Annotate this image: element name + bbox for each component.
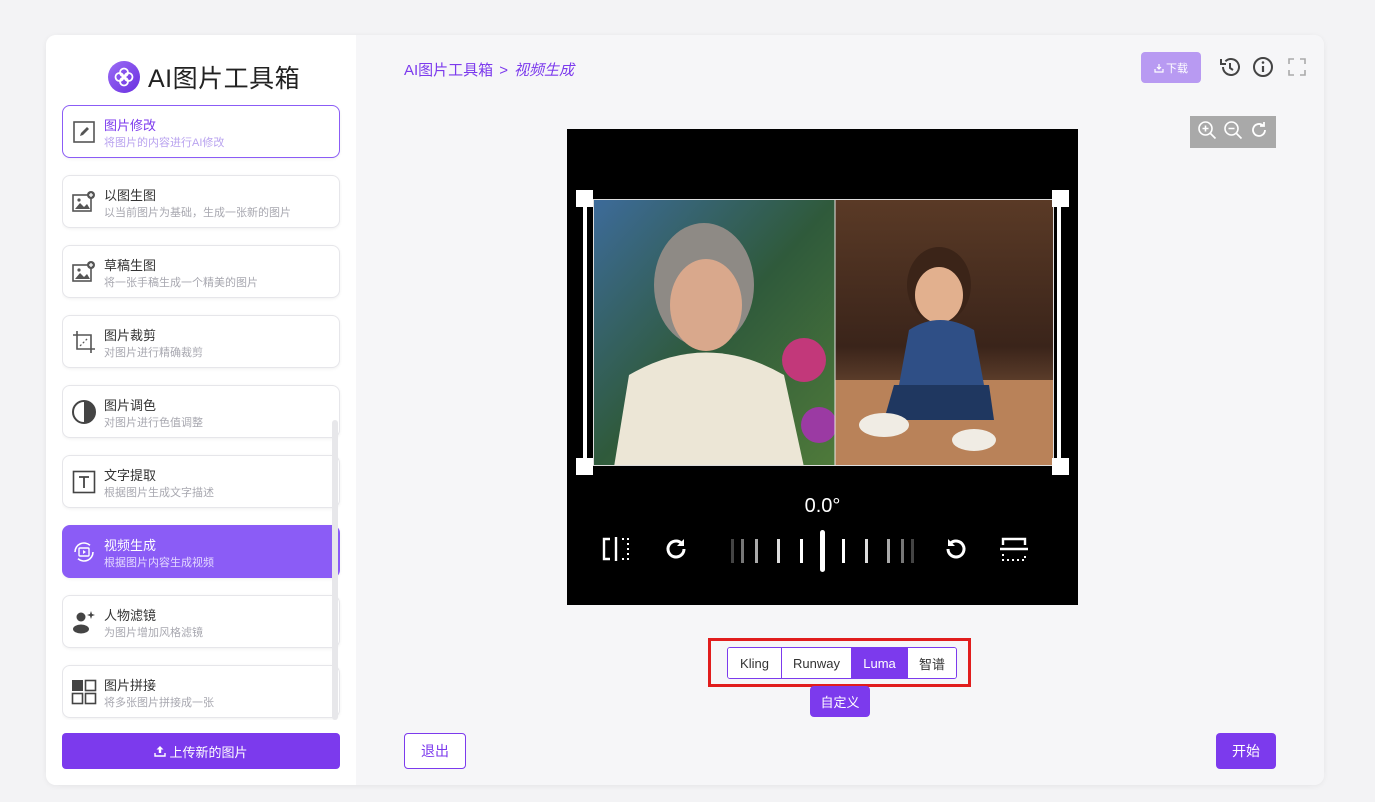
menu-item-title: 图片调色	[104, 398, 157, 413]
exit-button[interactable]: 退出	[404, 733, 466, 769]
menu-item-image-edit[interactable]: 图片修改 将图片的内容进行AI修改	[62, 105, 340, 158]
menu-item-title: 图片修改	[104, 118, 157, 133]
zoom-in-icon[interactable]	[1197, 120, 1217, 145]
photo-collage	[594, 200, 1053, 465]
menu-item-image-crop[interactable]: 图片裁剪 对图片进行精确裁剪	[62, 315, 340, 368]
model-selector-highlight: Kling Runway Luma 智谱	[708, 638, 971, 687]
reset-zoom-icon[interactable]	[1249, 120, 1269, 145]
menu-item-title: 文字提取	[104, 468, 157, 483]
breadcrumb-current: 视频生成	[513, 62, 574, 79]
menu-item-desc: 将多张图片拼接成一张	[104, 697, 214, 709]
flip-vertical-icon[interactable]	[999, 535, 1029, 568]
model-selector: Kling Runway Luma 智谱	[727, 647, 957, 679]
menu-item-image-to-image[interactable]: 以图生图 以当前图片为基础，生成一张新的图片	[62, 175, 340, 228]
menu-scrollbar[interactable]	[332, 420, 338, 720]
menu-item-desc: 根据图片内容生成视频	[104, 557, 214, 569]
breadcrumb-separator: >	[499, 62, 508, 79]
breadcrumb: AI图片工具箱 > 视频生成	[404, 59, 574, 80]
upload-label: 上传新的图片	[169, 744, 248, 760]
menu-item-desc: 对图片进行色值调整	[104, 417, 203, 429]
grid-icon	[71, 679, 97, 705]
download-label: 下载	[1166, 62, 1188, 75]
tool-menu: 图片修改 将图片的内容进行AI修改 以图生图 以当前图片为基础，生成一张新的图片…	[62, 105, 342, 720]
video-icon	[71, 539, 97, 565]
menu-item-person-filter[interactable]: 人物滤镜 为图片增加风格滤镜	[62, 595, 340, 648]
menu-item-title: 草稿生图	[104, 258, 157, 273]
edit-icon	[71, 119, 97, 145]
menu-item-desc: 将一张手稿生成一个精美的图片	[104, 277, 258, 289]
rotation-slider[interactable]	[727, 529, 917, 573]
menu-item-image-color[interactable]: 图片调色 对图片进行色值调整	[62, 385, 340, 438]
menu-item-video-generate[interactable]: 视频生成 根据图片内容生成视频	[62, 525, 340, 578]
rotate-left-icon[interactable]	[942, 535, 970, 568]
menu-item-desc: 根据图片生成文字描述	[104, 487, 214, 499]
menu-item-text-extract[interactable]: 文字提取 根据图片生成文字描述	[62, 455, 340, 508]
main-panel: AI图片工具箱 > 视频生成 下载 0.0° Kling Runway Luma…	[356, 35, 1324, 785]
custom-button[interactable]: 自定义	[810, 686, 870, 717]
menu-item-desc: 以当前图片为基础，生成一张新的图片	[104, 207, 291, 219]
app-title: AI图片工具箱	[148, 65, 301, 93]
menu-item-title: 视频生成	[104, 538, 157, 553]
zoom-out-icon[interactable]	[1223, 120, 1243, 145]
upload-icon	[154, 745, 167, 757]
image-plus-icon	[71, 259, 97, 285]
image-editor-canvas[interactable]: 0.0°	[567, 129, 1078, 605]
text-icon	[71, 469, 97, 495]
crop-edge-left[interactable]	[583, 199, 587, 466]
info-icon[interactable]	[1251, 55, 1275, 79]
menu-item-title: 图片拼接	[104, 678, 157, 693]
sidebar: AI图片工具箱 图片修改 将图片的内容进行AI修改 以图生图 以当前图片为基础，…	[46, 35, 356, 785]
flip-horizontal-icon[interactable]	[601, 535, 631, 568]
upload-new-image-button[interactable]: 上传新的图片	[62, 733, 340, 769]
menu-item-desc: 将图片的内容进行AI修改	[104, 137, 225, 149]
crop-icon	[71, 329, 97, 355]
fullscreen-icon[interactable]	[1285, 55, 1309, 79]
model-tab-runway[interactable]: Runway	[782, 648, 852, 678]
menu-item-desc: 对图片进行精确裁剪	[104, 347, 203, 359]
menu-item-sketch-to-image[interactable]: 草稿生图 将一张手稿生成一个精美的图片	[62, 245, 340, 298]
download-button[interactable]: 下载	[1141, 52, 1201, 83]
history-icon[interactable]	[1218, 55, 1242, 79]
menu-item-image-collage[interactable]: 图片拼接 将多张图片拼接成一张	[62, 665, 340, 718]
rotation-controls	[567, 529, 1078, 572]
zoom-toolbar	[1190, 116, 1276, 148]
menu-item-desc: 为图片增加风格滤镜	[104, 627, 203, 639]
image-plus-icon	[71, 189, 97, 215]
menu-item-title: 人物滤镜	[104, 608, 157, 623]
download-icon	[1154, 63, 1164, 73]
menu-item-title: 以图生图	[104, 188, 157, 203]
model-tab-kling[interactable]: Kling	[728, 648, 782, 678]
app-window: AI图片工具箱 图片修改 将图片的内容进行AI修改 以图生图 以当前图片为基础，…	[46, 35, 1324, 785]
model-tab-zhipu[interactable]: 智谱	[908, 648, 956, 678]
preview-image	[593, 199, 1054, 466]
contrast-icon	[71, 399, 97, 425]
menu-item-title: 图片裁剪	[104, 328, 157, 343]
rotation-angle-readout: 0.0°	[804, 495, 841, 517]
app-logo: AI图片工具箱	[108, 59, 300, 95]
crop-edge-right[interactable]	[1057, 199, 1061, 466]
logo-icon	[108, 61, 140, 93]
rotate-right-icon[interactable]	[662, 535, 690, 568]
breadcrumb-root[interactable]: AI图片工具箱	[404, 62, 493, 79]
start-button[interactable]: 开始	[1216, 733, 1276, 769]
model-tab-luma[interactable]: Luma	[852, 648, 908, 678]
person-sparkle-icon	[71, 609, 97, 635]
